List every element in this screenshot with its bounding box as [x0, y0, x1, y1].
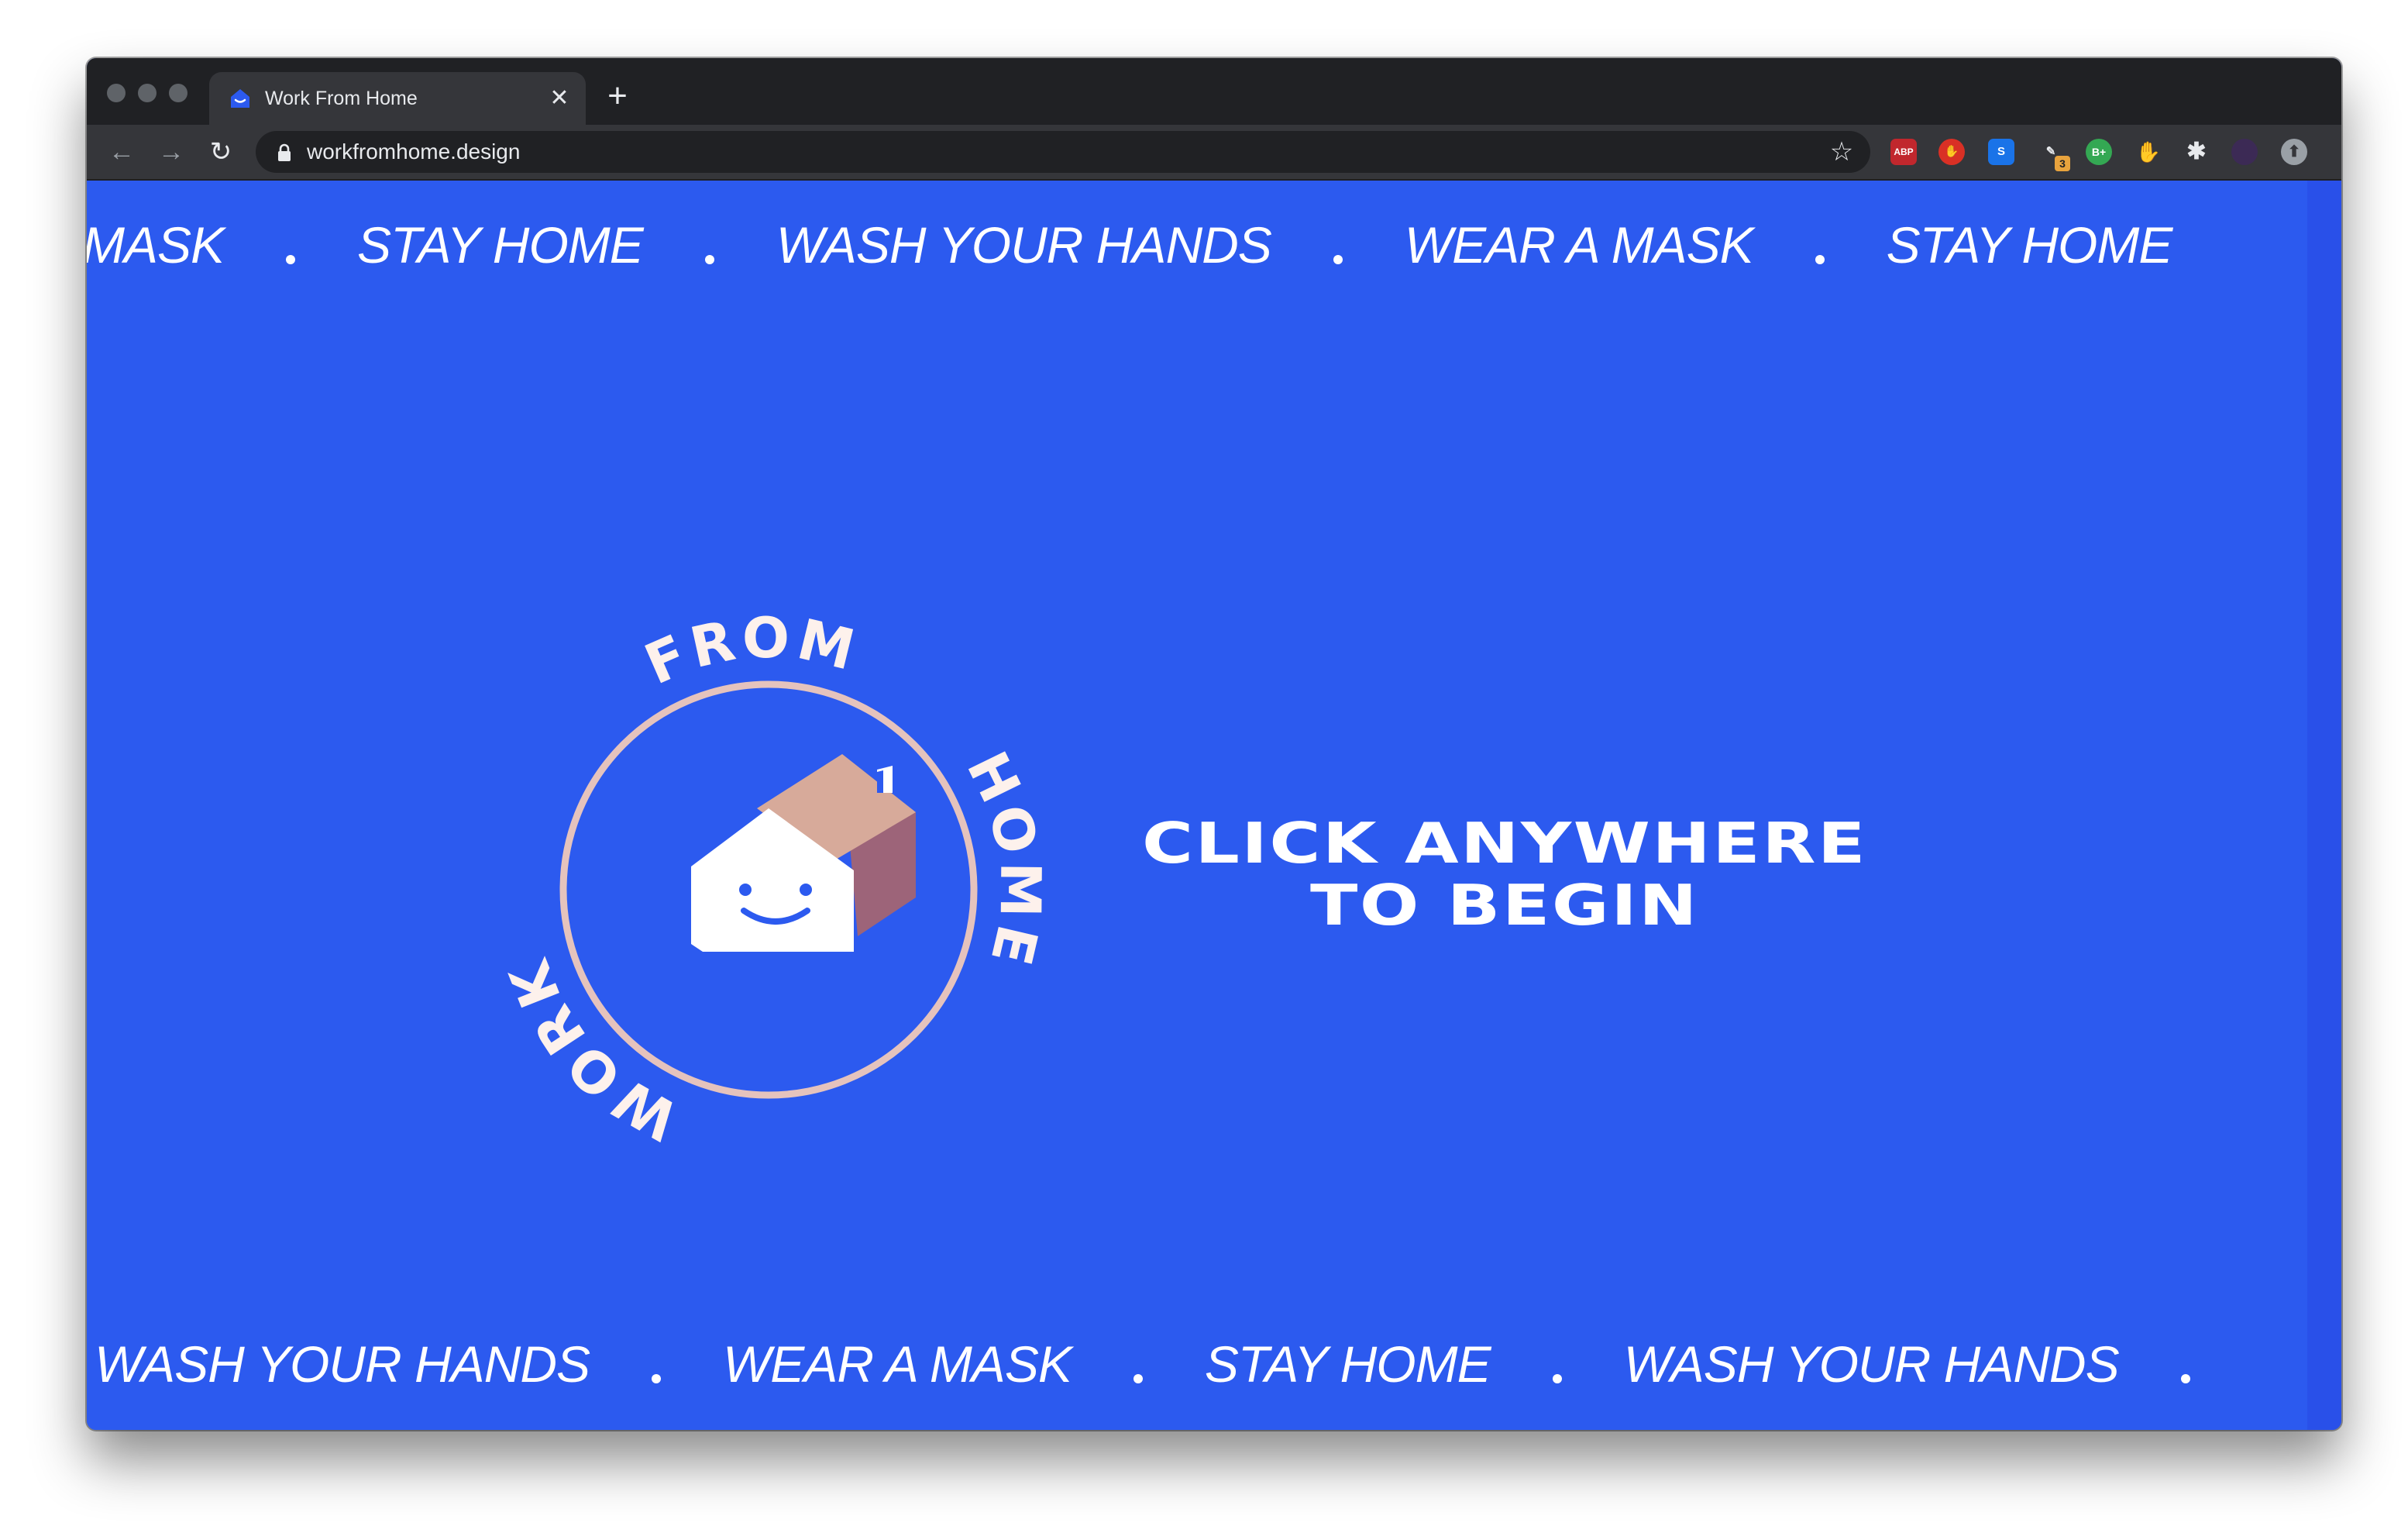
address-bar[interactable]: workfromhome.design ☆: [256, 131, 1870, 173]
bookmark-star-icon[interactable]: ☆: [1827, 137, 1856, 167]
maximize-window-icon[interactable]: [169, 84, 187, 102]
logo-word-work: WORK: [495, 948, 683, 1152]
marquee-word: WEAR A MASK: [1404, 216, 1754, 274]
bullet-dot: [2180, 1373, 2190, 1383]
marquee-word: WASH YOUR HANDS: [1623, 1335, 2120, 1393]
tab-bar: Work From Home ✕ +: [87, 58, 2341, 125]
adblock-extension-icon[interactable]: ABP: [1890, 139, 1917, 165]
bullet-dot: [1333, 254, 1343, 264]
marquee-word: STAY HOME: [1204, 1335, 1491, 1393]
update-icon[interactable]: ⬆: [2281, 139, 2307, 165]
thumb-extension-icon[interactable]: ✋: [2135, 139, 2162, 165]
marquee-word: STAY HOME: [357, 216, 644, 274]
smiling-house-icon: [691, 754, 916, 952]
tab-work-from-home[interactable]: Work From Home ✕: [209, 72, 586, 125]
top-marquee: MASK STAY HOME WASH YOUR HANDS WEAR A MASK S…: [87, 210, 2307, 280]
close-window-icon[interactable]: [107, 84, 126, 102]
tab-title: Work From Home: [265, 88, 418, 109]
raccoon-extension-icon[interactable]: ✎ 3: [2038, 139, 2070, 171]
marquee-word: WEAR A MASK: [723, 1335, 1072, 1393]
bullet-dot: [1133, 1373, 1143, 1383]
marquee-word: WASH YOUR HANDS: [95, 1335, 590, 1393]
svg-text:WORK: WORK: [495, 948, 688, 1152]
marquee-word: MASK: [87, 216, 225, 274]
b-plus-extension-icon[interactable]: B+: [2086, 139, 2112, 165]
tab-close-icon[interactable]: ✕: [544, 83, 575, 114]
lock-icon: [278, 143, 291, 161]
bullet-dot: [704, 254, 714, 264]
browser-toolbar: ← → ↻ workfromhome.design ☆ ABP ✋ S ✎ 3 …: [87, 125, 2341, 181]
cta-line-2: TO BEGIN: [1310, 873, 1699, 938]
scrollbar[interactable]: [2307, 181, 2341, 1430]
cta-line-1: CLICK ANYWHERE: [1141, 811, 1868, 876]
marquee-word: STAY HOME: [1886, 216, 2173, 274]
bullet-dot: [1552, 1373, 1562, 1383]
minimize-window-icon[interactable]: [138, 84, 157, 102]
work-from-home-logo: FROM HOME WORK: [495, 605, 1048, 1153]
profile-avatar[interactable]: [2231, 139, 2258, 165]
house-favicon-icon: [231, 89, 249, 108]
marquee-word: WASH YOUR HANDS: [776, 216, 1272, 274]
reload-icon[interactable]: ↻: [201, 133, 240, 171]
s-extension-icon[interactable]: S: [1988, 139, 2014, 165]
bullet-dot: [652, 1373, 662, 1383]
page-click-area[interactable]: MASK STAY HOME WASH YOUR HANDS WEAR A MASK S…: [87, 181, 2341, 1430]
new-tab-icon[interactable]: +: [598, 77, 637, 115]
bottom-marquee: WASH YOUR HANDS WEAR A MASK STAY HOME WASH …: [87, 1329, 2307, 1399]
puzzle-extensions-icon[interactable]: ✱: [2183, 139, 2210, 165]
url-text: workfromhome.design: [307, 140, 521, 164]
bullet-dot: [286, 254, 296, 264]
extension-badge: 3: [2055, 156, 2070, 171]
bullet-dot: [1815, 254, 1825, 264]
back-arrow-icon[interactable]: ←: [102, 133, 141, 171]
stop-hand-extension-icon[interactable]: ✋: [1938, 139, 1965, 165]
browser-window: Work From Home ✕ + ← → ↻ workfromhome.de…: [87, 58, 2341, 1430]
forward-arrow-icon[interactable]: →: [152, 133, 191, 171]
click-anywhere-prompt: CLICK ANYWHERE TO BEGIN: [1069, 812, 1941, 936]
